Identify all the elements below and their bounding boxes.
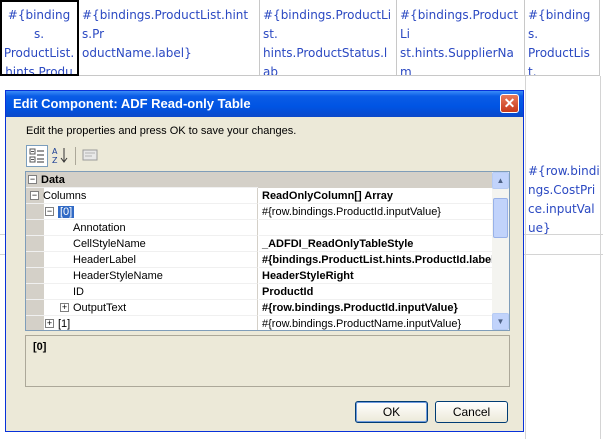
collapse-icon[interactable]: − [45,206,54,216]
property-row[interactable]: HeaderLabel #{bindings.ProductList.hints.… [26,252,492,268]
property-name-cell: − Data [26,172,258,188]
expand-icon[interactable]: + [45,318,54,328]
property-row[interactable]: + [1] #{row.bindings.ProductName.inputValu… [26,316,492,330]
property-name-cell: − [0] [26,204,258,220]
property-row[interactable]: Annotation [26,220,492,236]
property-name-cell: + [1] [26,316,258,330]
property-description: [0] [25,335,510,387]
property-row[interactable]: ID ProductId [26,284,492,300]
property-row[interactable]: − Columns ReadOnlyColumn[] Array [26,188,492,204]
property-grid[interactable]: − Data − Columns ReadOnlyColumn[] Array − [0] #… [25,171,510,331]
header-cell-product-status[interactable]: #{bindings.ProductList. hints.ProductSta… [260,0,397,76]
scroll-down-button[interactable]: ▼ [492,313,509,330]
collapse-icon[interactable]: − [30,190,39,200]
property-name: HeaderStyleName [73,270,163,282]
cancel-button[interactable]: Cancel [435,401,508,423]
property-value-cell[interactable] [259,220,492,236]
scroll-down-icon: ▼ [496,317,505,326]
property-name-cell: HeaderLabel [26,252,258,268]
dialog-titlebar[interactable]: Edit Component: ADF Read-only Table ✕ [6,91,523,117]
property-category-row[interactable]: − Data [26,172,492,188]
grid-line [525,76,526,439]
toolbar-separator [75,147,76,165]
scroll-up-icon: ▲ [496,176,505,185]
scroll-up-button[interactable]: ▲ [492,172,509,189]
property-row[interactable]: CellStyleName _ADFDI_ReadOnlyTableStyle [26,236,492,252]
property-row[interactable]: + OutputText #{row.bindings.ProductId.inpu… [26,300,492,316]
property-pages-button[interactable] [80,145,102,167]
svg-text:Z: Z [52,156,58,165]
header-cell-supplier-name[interactable]: #{bindings.ProductLi st.hints.SupplierNa… [397,0,525,76]
svg-text:A: A [52,147,58,156]
property-value-cell[interactable]: #{row.bindings.ProductName.inputValue} [259,316,492,330]
property-name-cell: Annotation [26,220,258,236]
close-icon: ✕ [503,95,516,111]
expand-icon[interactable]: + [60,302,69,312]
property-name: Annotation [73,222,126,234]
edit-component-dialog: Edit Component: ADF Read-only Table ✕ Ed… [5,90,524,432]
property-name-cell: ID [26,284,258,300]
header-cell-cost-price[interactable]: #{bindings. ProductList. hints.CostP ric… [525,0,600,76]
property-pages-icon [82,149,98,161]
property-grid-scrollbar[interactable]: ▲ ▼ [492,172,509,330]
property-row[interactable]: − [0] #{row.bindings.ProductId.inputValue} [26,204,492,220]
header-cell-product-id[interactable]: #{bindings. ProductList. hints.Produ ctI… [0,0,79,76]
property-name: HeaderLabel [73,254,136,266]
sort-az-button[interactable]: A Z [50,145,72,167]
property-value-cell[interactable]: _ADFDI_ReadOnlyTableStyle [259,236,492,252]
sort-az-icon: A Z [52,147,68,165]
header-cell-product-name[interactable]: #{bindings.ProductList.hints.Pr oductNam… [79,0,260,76]
categorized-button[interactable] [26,145,48,167]
property-name-cell: + OutputText [26,300,258,316]
property-grid-rows: − Data − Columns ReadOnlyColumn[] Array − [0] #… [26,172,492,330]
property-name-cell: CellStyleName [26,236,258,252]
collapse-icon[interactable]: − [28,174,37,184]
grid-line [600,76,601,439]
property-name: [1] [58,318,71,330]
property-name: CellStyleName [73,238,146,250]
property-value-cell[interactable]: #{row.bindings.ProductId.inputValue} [259,300,492,316]
property-name: Columns [43,190,87,202]
dialog-title: Edit Component: ADF Read-only Table [13,96,251,111]
instructions-text: Edit the properties and press OK to save… [26,125,297,137]
property-name-cell: HeaderStyleName [26,268,258,284]
property-value-cell[interactable]: HeaderStyleRight [259,268,492,284]
property-name: OutputText [73,302,127,314]
cost-price-value-cell[interactable]: #{row.bindi ngs.CostPri ce.inputVal ue} [528,162,600,238]
close-button[interactable]: ✕ [500,94,519,113]
property-name: [0] [58,206,75,218]
property-name: Data [41,174,65,186]
property-toolbar: A Z [26,145,105,169]
property-value-cell[interactable]: ReadOnlyColumn[] Array [259,188,492,204]
scroll-thumb[interactable] [493,198,508,238]
description-text: [0] [33,341,47,353]
property-name: ID [73,286,84,298]
ok-button[interactable]: OK [355,401,428,423]
property-value-cell[interactable]: ProductId [259,284,492,300]
property-name-cell: − Columns [26,188,258,204]
property-row[interactable]: HeaderStyleName HeaderStyleRight [26,268,492,284]
property-value-cell[interactable]: #{row.bindings.ProductId.inputValue} [259,204,492,220]
categorized-icon [29,148,44,163]
property-value-cell[interactable]: #{bindings.ProductList.hints.ProductId.l… [259,252,492,268]
